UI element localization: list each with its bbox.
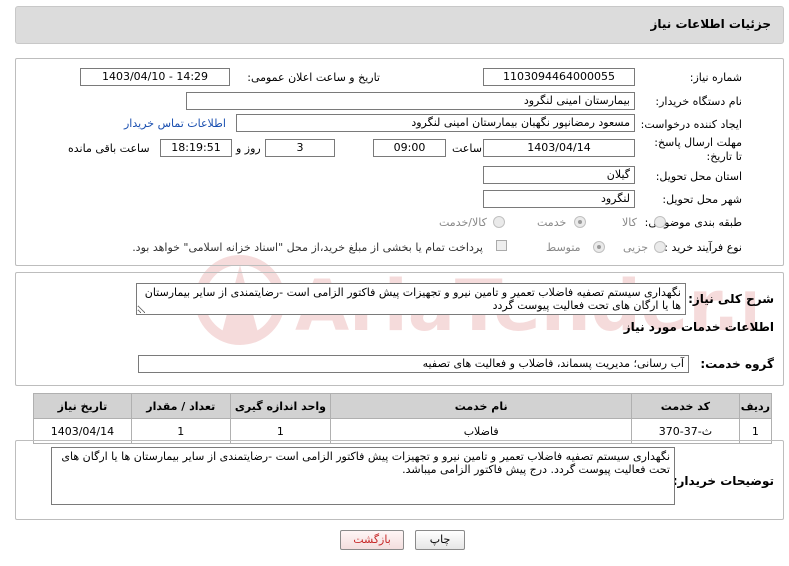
column-header-row-number: ردیف — [738, 393, 773, 419]
requester-field[interactable]: مسعود رمضانپور نگهبان بیمارستان امینی لن… — [236, 114, 635, 132]
buyer-notes-label: توضیحات خریدار: — [672, 474, 774, 488]
print-button[interactable]: چاپ — [415, 530, 465, 550]
column-header-service-name: نام خدمت — [330, 393, 633, 419]
process-option-medium: متوسط — [546, 241, 581, 254]
process-option-minor: جزیی — [623, 241, 649, 254]
category-option-goods-service: کالا/خدمت — [439, 216, 487, 229]
category-radio-goods[interactable] — [654, 216, 666, 228]
province-field[interactable]: گیلان — [483, 166, 635, 184]
need-number-field[interactable]: 1103094464000055 — [483, 68, 635, 86]
summary-label: شرح کلی نیاز: — [688, 292, 774, 306]
service-group-field[interactable]: آب رسانی؛ مدیریت پسماند، فاضلاب و فعالیت… — [138, 355, 689, 373]
summary-textarea[interactable]: نگهداری سیستم تصفیه فاضلاب تعمیر و تامین… — [136, 283, 686, 315]
deadline-date-field[interactable]: 1403/04/14 — [483, 139, 635, 157]
column-header-need-date: تاریخ نیاز — [33, 393, 132, 419]
buyer-notes-textarea[interactable]: نگهداری سیستم تصفیه فاضلاب تعمیر و تامین… — [51, 447, 675, 505]
services-table-header: ردیف کد خدمت نام خدمت واحد اندازه گیری ت… — [33, 393, 773, 419]
category-option-service: خدمت — [537, 216, 567, 229]
days-remaining-field[interactable]: 3 — [265, 139, 335, 157]
process-radio-minor[interactable] — [654, 241, 666, 253]
category-radio-service[interactable] — [574, 216, 586, 228]
page-title: جزئیات اطلاعات نیاز — [650, 17, 771, 31]
category-option-goods: کالا — [622, 216, 637, 229]
deadline-label: مهلت ارسال پاسخ: تا تاریخ: — [654, 136, 742, 163]
announce-date-field[interactable]: 1403/04/10 - 14:29 — [80, 68, 230, 86]
remaining-time-field[interactable]: 18:19:51 — [160, 139, 232, 157]
back-button[interactable]: بازگشت — [340, 530, 404, 550]
service-group-label: گروه خدمت: — [700, 357, 774, 371]
requester-label: ایجاد کننده درخواست: — [640, 118, 742, 131]
column-header-quantity: تعداد / مقدار — [130, 393, 231, 419]
column-header-service-code: کد خدمت — [631, 393, 740, 419]
process-radio-medium[interactable] — [593, 241, 605, 253]
deadline-time-field[interactable]: 09:00 — [373, 139, 446, 157]
province-label: استان محل تحویل: — [655, 170, 742, 183]
category-radio-goods-service[interactable] — [493, 216, 505, 228]
city-label: شهر محل تحویل: — [662, 193, 742, 206]
treasury-payment-checkbox[interactable] — [496, 240, 507, 251]
buyer-org-label: نام دستگاه خریدار: — [655, 95, 742, 108]
buyer-org-field[interactable]: بیمارستان امینی لنگرود — [186, 92, 635, 110]
services-section-title: اطلاعات خدمات مورد نیاز — [623, 320, 774, 334]
city-field[interactable]: لنگرود — [483, 190, 635, 208]
process-type-label: نوع فرآیند خرید : — [664, 241, 742, 254]
services-table: ردیف کد خدمت نام خدمت واحد اندازه گیری ت… — [33, 393, 773, 444]
need-number-label: شماره نیاز: — [689, 71, 742, 84]
announce-date-label: تاریخ و ساعت اعلان عمومی: — [247, 71, 380, 84]
days-label: روز و — [236, 142, 261, 155]
column-header-unit: واحد اندازه گیری — [229, 393, 332, 419]
remaining-time-label: ساعت باقی مانده — [68, 142, 150, 155]
treasury-payment-note: پرداخت تمام یا بخشی از مبلغ خرید،از محل … — [132, 241, 483, 254]
page-header: جزئیات اطلاعات نیاز — [15, 6, 784, 44]
deadline-time-label: ساعت — [452, 142, 482, 155]
buyer-contact-link[interactable]: اطلاعات تماس خریدار — [124, 117, 226, 130]
